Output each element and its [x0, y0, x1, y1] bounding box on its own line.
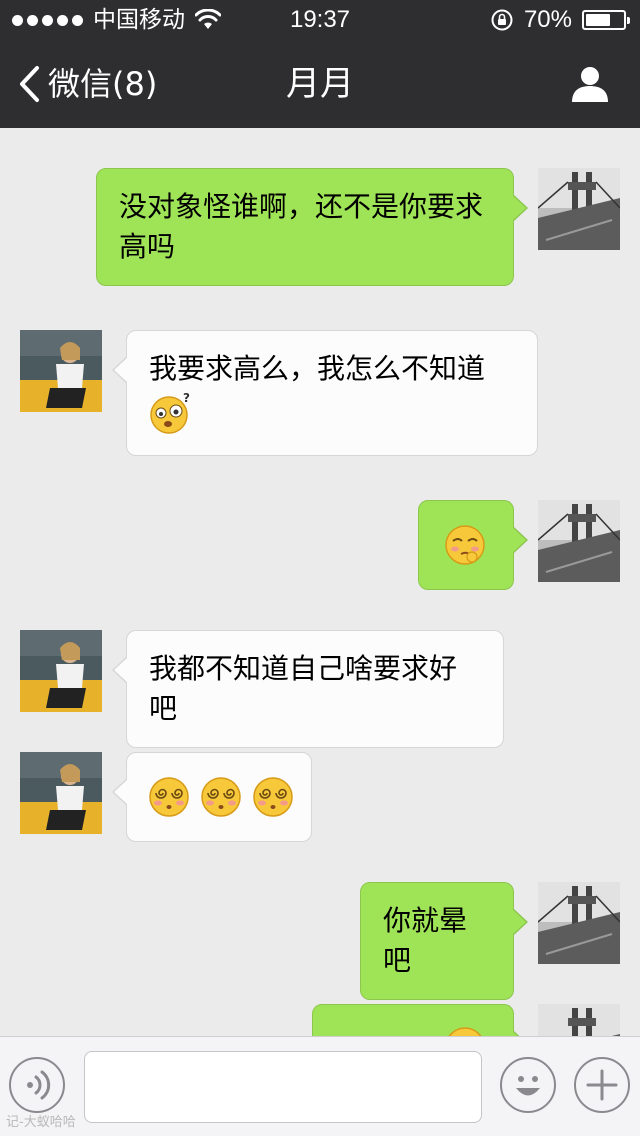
input-bar: 记-大蚁哈哈 [0, 1036, 640, 1136]
message-bubble-outgoing[interactable] [418, 500, 528, 590]
message-bubble-outgoing[interactable] [312, 1004, 528, 1036]
voice-input-button[interactable] [9, 1057, 65, 1113]
dizzy-face-emoji-icon [253, 777, 293, 817]
battery-icon [582, 10, 630, 30]
contact-photo-icon [20, 752, 102, 834]
nav-bar: 微信(8) 月月 [0, 40, 640, 128]
plus-icon [586, 1069, 618, 1101]
chat-title: 月月 [286, 64, 354, 104]
my-avatar[interactable] [538, 1004, 620, 1036]
battery-fill [586, 14, 610, 26]
my-avatar[interactable] [538, 168, 620, 250]
contact-avatar[interactable] [20, 752, 102, 834]
bridge-photo-icon [538, 500, 620, 582]
message-bubble-outgoing[interactable]: 你就晕吧 [360, 882, 528, 1000]
message-text: 你就晕吧 [383, 904, 468, 977]
contact-avatar[interactable] [20, 630, 102, 712]
contact-photo-icon [20, 630, 102, 712]
confused-face-emoji-icon: ? [150, 391, 190, 434]
message-bubble-outgoing[interactable]: 没对象怪谁啊，还不是你要求高吗 [96, 168, 528, 286]
watermark: 记-大蚁哈哈 [6, 1115, 76, 1130]
my-avatar[interactable] [538, 882, 620, 964]
status-right: 70% [490, 6, 630, 34]
message-text: 没对象怪谁啊，还不是你要求高吗 [119, 190, 484, 263]
partial-emoji-icon [448, 1027, 482, 1036]
emoji-picker-button[interactable] [500, 1057, 556, 1113]
bridge-photo-icon [538, 168, 620, 250]
dizzy-face-emoji-icon [149, 777, 189, 817]
bridge-photo-icon [538, 1004, 620, 1036]
message-text: 我都不知道自己啥要求好吧 [149, 652, 458, 725]
emoji-row [147, 773, 295, 821]
message-bubble-incoming[interactable]: 我都不知道自己啥要求好吧 [112, 630, 504, 748]
voice-wave-icon [27, 1070, 51, 1100]
smirk-face-emoji-icon [445, 525, 485, 565]
contact-photo-icon [20, 330, 102, 412]
status-bar: 中国移动 19:37 70% [0, 0, 640, 40]
message-text: 我要求高么，我怎么不知道 [149, 352, 486, 385]
message-bubble-incoming[interactable]: 我要求高么，我怎么不知道 ? [112, 330, 538, 456]
svg-text:?: ? [183, 391, 190, 405]
dizzy-face-emoji-icon [201, 777, 241, 817]
emoji-row: ? [149, 389, 515, 437]
battery-percent: 70% [523, 6, 572, 33]
wechat-chat-screen: 中国移动 19:37 70% 微信(8) 月月 没对象怪谁啊，还不是你要求高吗 … [0, 0, 640, 1136]
smiley-icon [516, 1076, 540, 1096]
message-input[interactable] [84, 1051, 482, 1123]
chat-message-list[interactable]: 没对象怪谁啊，还不是你要求高吗 我要求高么，我怎么不知道 ? 我都不知道自己啥要… [0, 128, 640, 1036]
bridge-photo-icon [538, 882, 620, 964]
person-icon[interactable] [570, 64, 610, 104]
rotation-lock-icon [491, 9, 513, 31]
more-options-button[interactable] [574, 1057, 630, 1113]
message-bubble-incoming[interactable] [112, 752, 312, 842]
my-avatar[interactable] [538, 500, 620, 582]
contact-avatar[interactable] [20, 330, 102, 412]
